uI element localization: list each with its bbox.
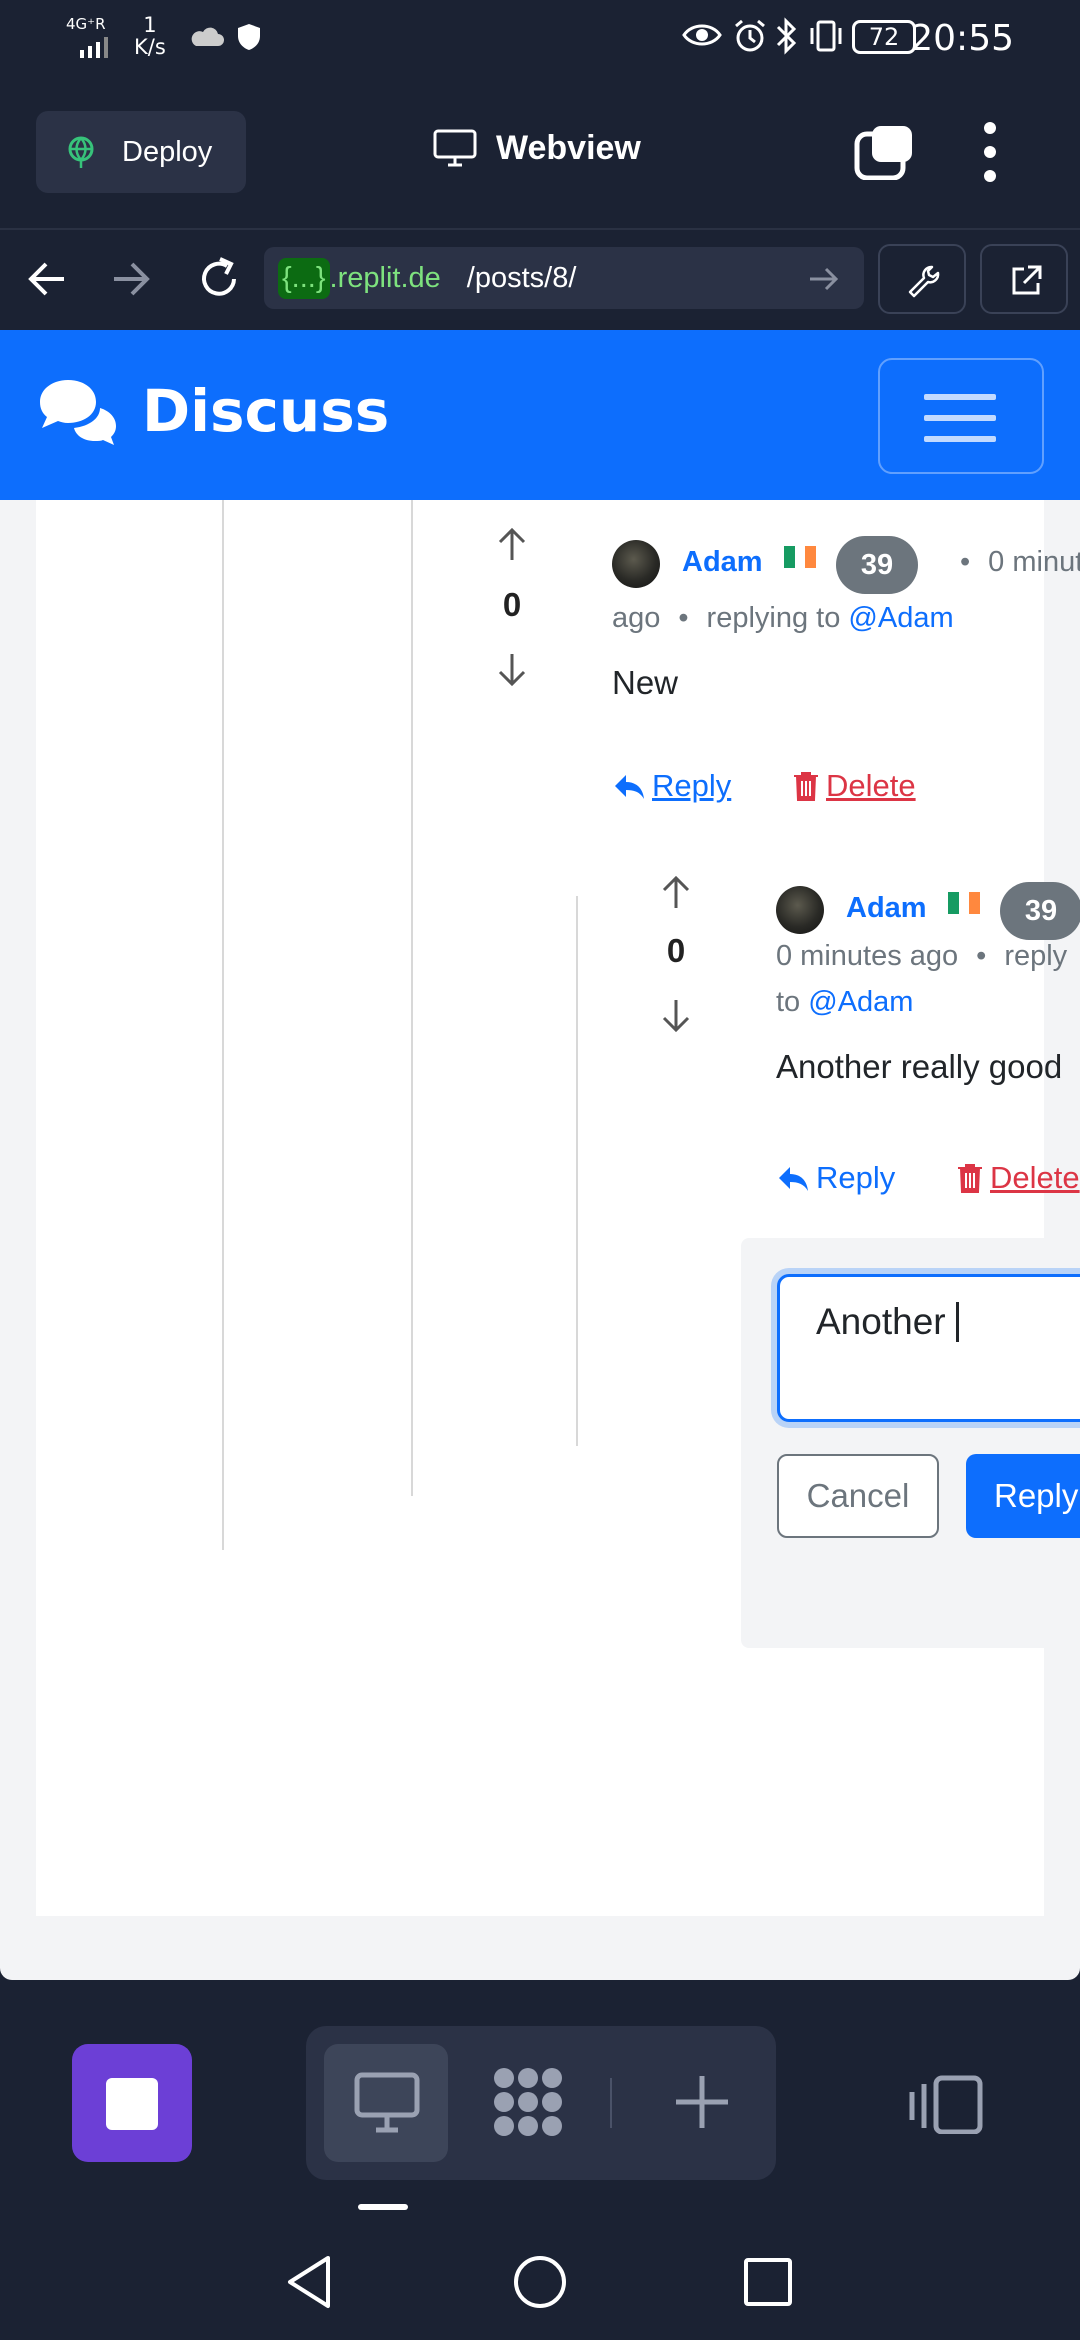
thread-line [222,500,224,1550]
reply-form: Another Cancel Reply [741,1238,1080,1648]
reply-button[interactable]: Reply [612,768,731,804]
network-speed: 1 K/s [134,13,166,59]
webview-content: Discuss 0 Adam 39 •0 minutes [0,330,1080,1980]
ireland-flag-icon [948,892,981,914]
url-badge: {...} [278,257,330,299]
tool-switcher [306,2026,776,2180]
author-link[interactable]: Adam [846,892,927,925]
tabs-icon[interactable] [854,124,914,180]
home-indicator [358,2204,408,2210]
webview-label: Webview [496,128,641,167]
vote-score: 0 [502,586,522,623]
hamburger-bar [924,394,996,400]
cloud-icon [191,27,224,46]
trash-icon [794,772,818,801]
back-arrow-icon[interactable] [24,256,70,302]
monitor-icon [433,129,477,167]
reply-icon [615,775,644,799]
upvote-arrow-icon[interactable] [492,524,532,564]
navbar-toggler-button[interactable] [878,358,1044,474]
webview-tab-title: Webview [432,128,641,168]
more-options-icon[interactable] [974,120,1006,184]
vote-score: 0 [666,932,686,969]
comments-icon [40,380,116,445]
wrench-icon [908,265,940,298]
trash-icon [958,1164,982,1193]
stop-button[interactable] [72,2044,192,2162]
webview-tool-button[interactable] [324,2044,448,2162]
reply-icon [779,1167,808,1191]
site-navbar: Discuss [0,330,1080,500]
vibrate-icon [810,20,842,52]
url-host: .replit.de [329,261,441,294]
plus-icon[interactable] [672,2072,732,2132]
text-caret [955,1302,959,1342]
stop-icon [106,2078,158,2130]
author-link[interactable]: Adam [682,546,763,579]
downvote-arrow-icon[interactable] [492,650,532,690]
alarm-icon [735,19,765,52]
external-link-icon [1012,265,1042,295]
monitor-icon [354,2072,420,2133]
comment-time: •0 minutes [960,546,1080,578]
go-arrow-icon[interactable] [806,262,842,296]
avatar[interactable] [776,886,824,934]
battery-indicator: 72 [852,20,916,54]
submit-reply-button[interactable]: Reply [966,1454,1080,1538]
bluetooth-icon [776,17,797,55]
deploy-label: Deploy [122,135,213,168]
hamburger-bar [924,436,996,442]
comment-meta: 0 minutes ago • reply [776,940,1068,972]
system-recents-icon[interactable] [738,2252,798,2312]
devtools-button[interactable] [878,244,966,314]
avatar[interactable] [612,540,660,588]
comment-body: New [612,664,679,701]
forward-arrow-icon[interactable] [108,256,154,302]
reply-button[interactable]: Reply [776,1160,895,1196]
thread-line [411,500,413,1496]
eye-icon [682,24,722,46]
cancel-button[interactable]: Cancel [777,1454,939,1538]
delete-button[interactable]: Delete [792,768,916,804]
status-bar: 4G⁺R 1 K/s 72 20:55 [0,0,1080,78]
mention-link[interactable]: @Adam [808,986,913,1018]
comment-meta: to @Adam [776,986,914,1018]
thread-line [576,896,578,1446]
reply-textarea[interactable]: Another [777,1274,1080,1422]
delete-button[interactable]: Delete [956,1160,1080,1196]
reputation-badge: 39 [1000,882,1080,940]
signal-icon [80,37,108,58]
upvote-arrow-icon[interactable] [656,872,696,912]
shield-icon [238,24,260,50]
url-input[interactable]: {...} .replit.de /posts/8/ [264,247,864,309]
clock: 20:55 [910,18,1014,59]
comments-card: 0 Adam 39 •0 minutes ago•replying to @Ad… [36,500,1080,1916]
comment-body: Another really good [776,1048,1063,1085]
comment-meta: ago • replying to @Adam [612,602,954,634]
hamburger-bar [924,415,996,421]
reload-icon[interactable] [194,254,244,304]
site-brand[interactable]: Discuss [34,376,389,446]
mention-link[interactable]: @Adam [848,602,953,634]
brand-name: Discuss [142,377,390,445]
reputation-badge: 39 [836,536,918,594]
ireland-flag-icon [784,546,817,568]
divider [610,2078,612,2128]
deploy-button[interactable]: Deploy [36,111,246,193]
system-home-icon[interactable] [510,2252,570,2312]
url-path: /posts/8/ [466,261,577,294]
downvote-arrow-icon[interactable] [656,996,696,1036]
layout-panel-icon[interactable] [906,2074,986,2134]
divider [0,228,1080,230]
apps-grid-icon[interactable] [490,2064,566,2140]
network-indicator: 4G⁺R [66,15,106,33]
deploy-icon [68,136,94,168]
system-back-icon[interactable] [280,2252,340,2312]
open-external-button[interactable] [980,244,1068,314]
